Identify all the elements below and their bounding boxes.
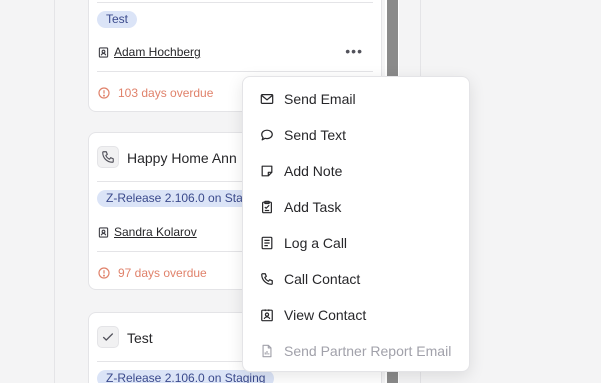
menu-item-view-contact[interactable]: View Contact xyxy=(243,301,469,329)
tag-badge: Z-Release 2.106.0 on Staging xyxy=(97,370,275,383)
contact-link[interactable]: Sandra Kolarov xyxy=(98,225,197,239)
card-divider xyxy=(97,2,373,3)
menu-item-label: Send Partner Report Email xyxy=(284,343,452,359)
menu-item-label: Send Email xyxy=(284,91,356,107)
report-file-icon xyxy=(262,344,272,358)
menu-item-label: Log a Call xyxy=(284,235,348,251)
contact-card-icon xyxy=(98,46,109,58)
call-type-badge xyxy=(97,146,119,168)
actions-menu: Send Email Send Text Add Note Add Task L… xyxy=(242,76,470,372)
checkmark-icon xyxy=(102,333,114,341)
menu-item-send-text[interactable]: Send Text xyxy=(243,121,469,149)
contact-link[interactable]: Adam Hochberg xyxy=(98,45,201,59)
chat-bubble-icon xyxy=(261,129,273,141)
tag-badge: Test xyxy=(97,11,138,28)
contact-card-icon xyxy=(261,309,273,322)
menu-item-add-note[interactable]: Add Note xyxy=(243,157,469,185)
overdue-status: 97 days overdue xyxy=(98,266,207,280)
menu-item-label: Add Note xyxy=(284,163,343,179)
card-title[interactable]: Test xyxy=(127,330,153,346)
contact-name[interactable]: Adam Hochberg xyxy=(114,45,201,59)
clipboard-icon xyxy=(262,200,272,214)
menu-item-label: Add Task xyxy=(284,199,342,215)
menu-item-label: Send Text xyxy=(284,127,347,143)
menu-item-label: View Contact xyxy=(284,307,367,323)
overdue-status: 103 days overdue xyxy=(98,86,213,100)
warning-circle-icon xyxy=(98,267,110,279)
mail-icon xyxy=(260,94,274,104)
menu-item-send-partner-report-email: Send Partner Report Email xyxy=(243,337,469,365)
menu-item-label: Call Contact xyxy=(284,271,361,287)
menu-item-add-task[interactable]: Add Task xyxy=(243,193,469,221)
contact-name[interactable]: Sandra Kolarov xyxy=(114,225,197,239)
log-icon xyxy=(261,236,273,250)
menu-item-send-email[interactable]: Send Email xyxy=(243,85,469,113)
note-icon xyxy=(261,165,273,177)
overdue-text: 97 days overdue xyxy=(118,266,207,280)
more-options-icon[interactable]: ••• xyxy=(345,43,363,59)
menu-item-call-contact[interactable]: Call Contact xyxy=(243,265,469,293)
task-type-badge xyxy=(97,326,119,348)
phone-icon xyxy=(261,273,273,285)
card-title[interactable]: Happy Home Ann xyxy=(127,150,237,166)
phone-icon xyxy=(102,151,114,163)
menu-item-log-a-call[interactable]: Log a Call xyxy=(243,229,469,257)
contact-card-icon xyxy=(98,226,109,238)
card-divider xyxy=(97,71,373,72)
warning-circle-icon xyxy=(98,87,110,99)
overdue-text: 103 days overdue xyxy=(118,86,214,100)
